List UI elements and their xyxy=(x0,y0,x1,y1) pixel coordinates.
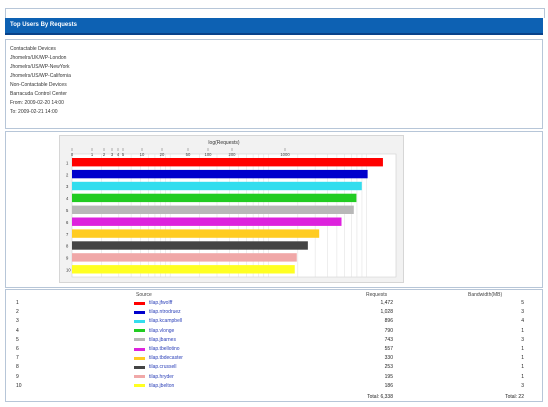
category-label: 1 xyxy=(66,160,69,165)
row-requests: 1,028 xyxy=(380,309,393,316)
legend-swatch xyxy=(134,365,145,369)
row-bandwidth: 3 xyxy=(521,382,524,389)
info-line: To: 2009-02-21 14:00 xyxy=(10,109,58,115)
info-line: Contactable Devices xyxy=(10,46,56,52)
bar xyxy=(72,169,368,179)
row-requests: 557 xyxy=(384,346,393,352)
legend-swatch xyxy=(134,301,145,305)
row-bandwidth: 5 xyxy=(521,300,524,306)
chart-panel: log(Requests) 0 1 2 3 4 5 10 20 50 100 200 1000 1 2 3 4 5… xyxy=(5,131,543,288)
category-label: 5 xyxy=(66,208,69,213)
row-bandwidth: 1 xyxy=(521,364,524,371)
legend-swatch xyxy=(134,310,145,314)
info-line: From: 2009-02-20 14:00 xyxy=(10,100,64,106)
row-rank: 3 xyxy=(16,318,19,325)
bar xyxy=(72,253,297,262)
row-bandwidth: 3 xyxy=(521,309,524,316)
row-rank: 8 xyxy=(16,364,19,371)
header-requests: Requests xyxy=(366,292,388,298)
user-link[interactable]: tilap.jfwolff xyxy=(149,300,172,306)
row-bandwidth: 3 xyxy=(521,336,524,343)
row-requests: 743 xyxy=(384,336,393,343)
row-bandwidth: 4 xyxy=(521,318,524,325)
row-rank: 7 xyxy=(16,355,19,362)
info-line: Non-Contactable Devices xyxy=(10,82,67,88)
tick-label: 50 xyxy=(186,152,191,157)
legend-swatch xyxy=(134,329,145,333)
info-line: Jhomelrs/US/WP-NewYork xyxy=(10,64,70,70)
bar xyxy=(72,193,357,203)
user-link[interactable]: tilap.crussell xyxy=(149,364,177,370)
total-bandwidth: Total: 22 xyxy=(505,394,524,400)
category-label: 7 xyxy=(66,232,69,237)
info-line: Barracuda Control Center xyxy=(10,91,67,97)
legend-swatch xyxy=(134,347,145,351)
user-link[interactable]: tilap.tbdecaster xyxy=(149,355,183,361)
row-bandwidth: 1 xyxy=(521,355,524,362)
bar xyxy=(72,217,342,226)
row-requests: 253 xyxy=(384,364,393,371)
category-label: 2 xyxy=(66,172,69,177)
row-bandwidth: 1 xyxy=(521,373,524,380)
row-rank: 9 xyxy=(16,373,19,380)
bar xyxy=(72,205,354,214)
header-bandwidth: Bandwidth(MB) xyxy=(468,292,503,298)
info-line: Jhomelrs/UK/WP-London xyxy=(10,55,67,61)
header-source: Source xyxy=(136,292,152,298)
category-label: 6 xyxy=(66,220,69,225)
row-requests: 896 xyxy=(384,318,393,325)
tick-label: 200 xyxy=(229,152,237,157)
tick-label: 100 xyxy=(205,152,213,157)
user-link[interactable]: tilap.hryder xyxy=(149,374,174,380)
row-requests: 186 xyxy=(384,382,393,389)
row-rank: 10 xyxy=(16,382,22,389)
category-label: 9 xyxy=(66,256,69,261)
user-link[interactable]: tilap.vlonge xyxy=(149,328,174,334)
report-title: Top Users By Requests xyxy=(10,22,77,28)
row-requests: 790 xyxy=(384,327,393,334)
report-title-bar: Top Users By Requests xyxy=(5,18,543,35)
category-label: 8 xyxy=(66,244,69,249)
top-strip xyxy=(5,8,545,18)
report-info-panel: Contactable Devices Jhomelrs/UK/WP-Londo… xyxy=(5,39,543,129)
chart-title: log(Requests) xyxy=(208,140,239,146)
info-line: Jhomelrs/US/WP-California xyxy=(10,73,71,79)
user-link[interactable]: tilap.jbarnes xyxy=(149,337,176,343)
category-label: 3 xyxy=(66,184,69,189)
row-rank: 1 xyxy=(16,300,19,306)
user-link[interactable]: tilap.kcampbell xyxy=(149,318,182,324)
row-bandwidth: 1 xyxy=(521,346,524,352)
legend-swatch xyxy=(134,356,145,360)
bar xyxy=(72,241,308,250)
bar xyxy=(72,265,295,274)
category-label: 10 xyxy=(66,268,71,273)
total-requests: Total: 6,338 xyxy=(367,394,393,400)
row-requests: 330 xyxy=(384,355,393,362)
row-rank: 5 xyxy=(16,336,19,343)
user-link[interactable]: tilap.jbelton xyxy=(149,383,174,389)
legend-swatch xyxy=(134,384,145,388)
row-bandwidth: 1 xyxy=(521,327,524,334)
legend-swatch xyxy=(134,319,145,323)
bar xyxy=(72,229,320,238)
row-rank: 6 xyxy=(16,346,19,352)
legend-swatch xyxy=(134,338,145,342)
row-rank: 4 xyxy=(16,327,19,334)
tick-label: 1000 xyxy=(280,152,290,157)
requests-bar-chart: log(Requests)0 1 2 3 4 5 10 20 50 100 200 100012345… xyxy=(66,140,397,278)
row-rank: 2 xyxy=(16,309,19,316)
users-table-panel: Source Requests Bandwidth(MB) 1 tilap.jfw… xyxy=(5,289,543,402)
row-requests: 1,472 xyxy=(380,300,393,306)
user-link[interactable]: tilap.ntrodruez xyxy=(149,309,181,315)
tick-label: 10 xyxy=(140,152,145,157)
bar xyxy=(72,181,362,191)
bar xyxy=(72,158,383,167)
user-link[interactable]: tilap.tbellotino xyxy=(149,346,180,352)
chart-container: log(Requests) 0 1 2 3 4 5 10 20 50 100 200 1000 1 2 3 4 5… xyxy=(59,135,404,283)
row-requests: 195 xyxy=(384,373,393,380)
category-label: 4 xyxy=(66,196,69,201)
legend-swatch xyxy=(134,375,145,379)
tick-label: 20 xyxy=(160,152,165,157)
